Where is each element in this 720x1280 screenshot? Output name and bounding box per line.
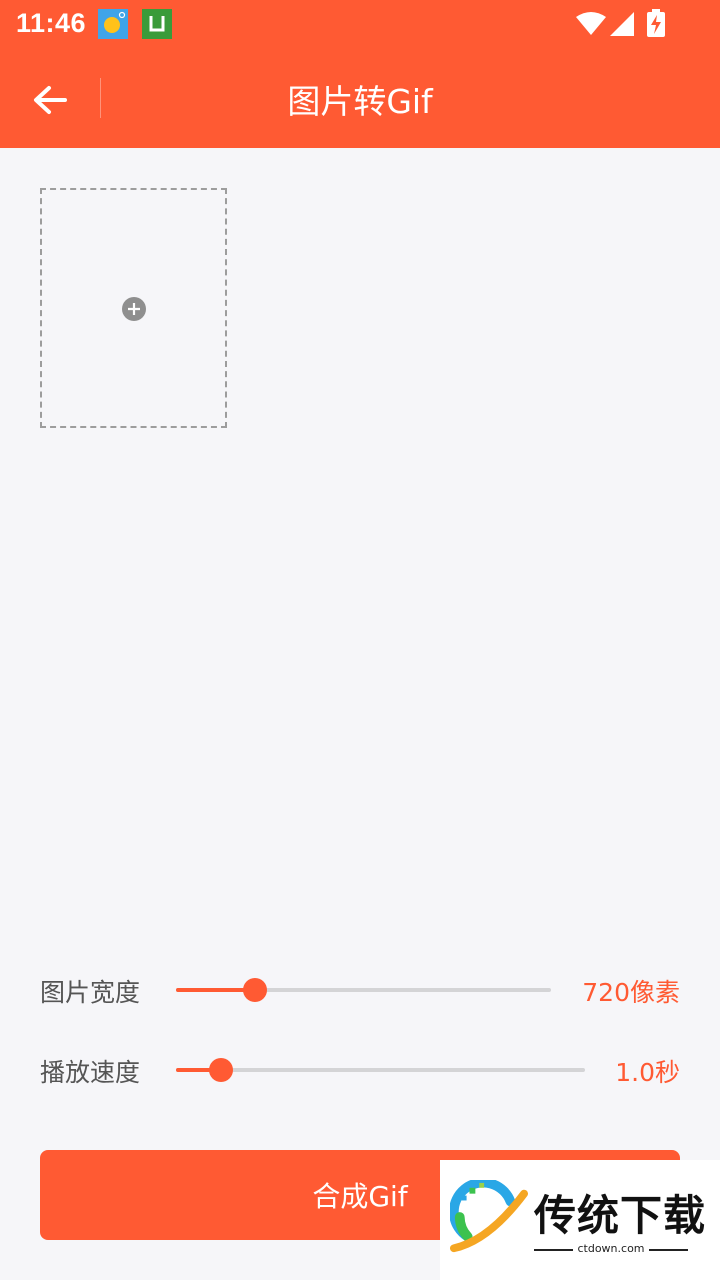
status-bar: 11:46 — [0, 0, 720, 50]
watermark: 传统下载 ctdown.com — [440, 1160, 720, 1280]
watermark-text: 传统下载 — [534, 1191, 707, 1240]
width-label: 图片宽度 — [40, 978, 141, 1007]
back-button[interactable] — [22, 72, 78, 128]
speed-label: 播放速度 — [40, 1058, 141, 1087]
page-title: 图片转Gif — [287, 82, 433, 121]
arrow-left-icon — [34, 86, 67, 114]
compose-gif-button-label: 合成Gif — [312, 1180, 408, 1213]
width-slider[interactable] — [176, 978, 551, 1002]
speed-value: 1.0秒 — [615, 1058, 680, 1087]
app-bar-divider — [100, 78, 101, 118]
speed-slider[interactable] — [176, 1058, 585, 1082]
wifi-icon — [576, 12, 606, 35]
signal-icon — [610, 12, 634, 36]
add-image-slot[interactable] — [40, 188, 227, 428]
app-bar: 图片转Gif — [0, 50, 720, 148]
store-icon — [142, 9, 172, 39]
weather-icon — [98, 9, 128, 39]
width-value: 720像素 — [582, 978, 680, 1007]
plus-circle-icon — [122, 297, 146, 321]
watermark-domain: ctdown.com — [534, 1242, 688, 1255]
speed-slider-thumb[interactable] — [208, 1058, 233, 1082]
watermark-logo — [450, 1180, 528, 1253]
watermark-domain-text: ctdown.com — [573, 1242, 649, 1255]
width-slider-thumb[interactable] — [242, 978, 267, 1002]
status-time: 11:46 — [16, 8, 87, 38]
battery-charging-icon — [647, 9, 665, 37]
